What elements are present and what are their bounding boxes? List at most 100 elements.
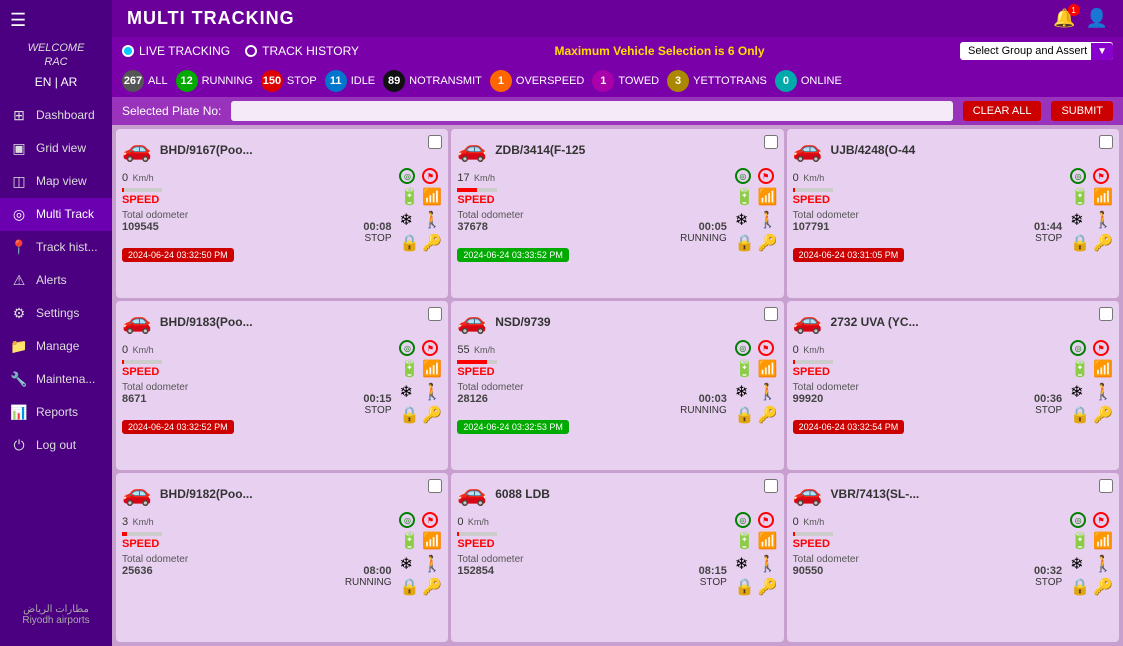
vehicle-card-5: 🚗 NSD/9739 55 Km/h SPEED Total odometer … — [451, 301, 783, 470]
stat-online[interactable]: 0 ONLINE — [775, 70, 842, 92]
page-title: MULTI TRACKING — [127, 8, 295, 29]
timestamp-1: 2024-06-24 03:32:50 PM — [122, 248, 234, 262]
vehicle-checkbox-8[interactable] — [764, 479, 778, 493]
car-name-2: ZDB/3414(F-125 — [495, 143, 585, 157]
card-left-9: 0 Km/h SPEED Total odometer 90550 00:32 … — [793, 512, 1063, 588]
status-6: STOP — [1035, 405, 1062, 416]
speed-label-2: SPEED — [457, 194, 726, 206]
stat-overspeed[interactable]: 1 OVERSPEED — [490, 70, 584, 92]
sidebar-item-multi-track[interactable]: ◎ Multi Track — [0, 198, 112, 231]
live-tracking-option[interactable]: LIVE TRACKING — [122, 44, 230, 58]
vehicle-checkbox-5[interactable] — [764, 307, 778, 321]
card-stats-1: Total odometer 109545 00:08 STOP — [122, 210, 391, 244]
vehicle-checkbox-3[interactable] — [1099, 135, 1113, 149]
stat-stop[interactable]: 150 STOP — [261, 70, 317, 92]
icon-ac-1: ❄ — [399, 210, 419, 230]
timestamp-2: 2024-06-24 03:33:52 PM — [457, 248, 569, 262]
car-name-5: NSD/9739 — [495, 315, 550, 329]
icon-flag-4: ⚑ — [422, 340, 438, 356]
icon-person-9: 🚶 — [1093, 554, 1113, 574]
duration-5: 00:03 — [699, 393, 727, 405]
sidebar-item-reports[interactable]: 📊 Reports — [0, 396, 112, 429]
card-stats-4: Total odometer 8671 00:15 STOP — [122, 382, 391, 416]
icon-battery-2: 🔋 — [735, 187, 755, 207]
user-profile[interactable]: 👤 — [1086, 8, 1108, 29]
car-name-8: 6088 LDB — [495, 487, 550, 501]
icon-lock-6: 🔒 — [1070, 405, 1090, 425]
vehicle-checkbox-6[interactable] — [1099, 307, 1113, 321]
icon-flag-7: ⚑ — [422, 512, 438, 528]
icon-key-1: 🔑 — [422, 233, 442, 253]
card-left-4: 0 Km/h SPEED Total odometer 8671 00:15 S… — [122, 340, 391, 435]
stat-badge-online: 0 — [775, 70, 797, 92]
stat-idle[interactable]: 11 IDLE — [325, 70, 375, 92]
sidebar-label-dashboard: Dashboard — [36, 108, 95, 122]
stat-label-online: ONLINE — [801, 75, 842, 87]
stat-label-all: ALL — [148, 75, 168, 87]
status-7: RUNNING — [345, 577, 392, 588]
icon-ac-3: ❄ — [1070, 210, 1090, 230]
card-left-6: 0 Km/h SPEED Total odometer 99920 00:36 … — [793, 340, 1063, 435]
stat-label-idle: IDLE — [351, 75, 375, 87]
stat-badge-running: 12 — [176, 70, 198, 92]
icon-battery-7: 🔋 — [399, 531, 419, 551]
vehicle-checkbox-2[interactable] — [764, 135, 778, 149]
sidebar-item-dashboard[interactable]: ⊞ Dashboard — [0, 99, 112, 132]
car-icon-7: 🚗 — [122, 479, 152, 508]
icon-signal-1: 📶 — [422, 187, 442, 207]
car-icon-2: 🚗 — [457, 135, 487, 164]
icon-key-3: 🔑 — [1093, 233, 1113, 253]
vehicle-checkbox-4[interactable] — [428, 307, 442, 321]
lang-ar[interactable]: AR — [61, 75, 78, 89]
icon-flag-5: ⚑ — [758, 340, 774, 356]
stat-all[interactable]: 267 ALL — [122, 70, 168, 92]
speed-label-3: SPEED — [793, 194, 1063, 206]
sidebar-logo: مطارات الرياضRiyodh airports — [10, 604, 102, 626]
stat-notransmit[interactable]: 89 NOTRANSMIT — [383, 70, 482, 92]
lang-en[interactable]: EN — [35, 75, 52, 89]
icon-lock-1: 🔒 — [399, 233, 419, 253]
logout-icon: ⏻ — [10, 437, 28, 454]
icon-signal-9: 📶 — [1093, 531, 1113, 551]
vehicle-card-9: 🚗 VBR/7413(SL-... 0 Km/h SPEED Total odo… — [787, 473, 1119, 642]
card-body-5: 55 Km/h SPEED Total odometer 28126 00:03… — [457, 340, 777, 435]
track-history-radio — [245, 45, 257, 57]
sidebar-item-alerts[interactable]: ⚠ Alerts — [0, 264, 112, 297]
speed-8: 0 Km/h — [457, 512, 726, 530]
sidebar-item-track-hist[interactable]: 📍 Track hist... — [0, 231, 112, 264]
notification-bell[interactable]: 🔔 1 — [1053, 8, 1075, 29]
icon-signal-2: 📶 — [758, 187, 778, 207]
language-switcher: EN | AR — [35, 75, 77, 89]
stat-yettotrans[interactable]: 3 YETTOTRANS — [667, 70, 767, 92]
speed-label-4: SPEED — [122, 366, 391, 378]
stat-badge-towed: 1 — [592, 70, 614, 92]
sidebar-item-map-view[interactable]: ◫ Map view — [0, 165, 112, 198]
card-stats-7: Total odometer 25636 08:00 RUNNING — [122, 554, 391, 588]
sidebar-item-logout[interactable]: ⏻ Log out — [0, 429, 112, 462]
sidebar-item-maintenance[interactable]: 🔧 Maintena... — [0, 363, 112, 396]
sidebar-item-manage[interactable]: 📁 Manage — [0, 330, 112, 363]
plate-input[interactable] — [231, 101, 952, 121]
submit-button[interactable]: SUBMIT — [1051, 101, 1113, 121]
vehicle-checkbox-9[interactable] — [1099, 479, 1113, 493]
stat-towed[interactable]: 1 TOWED — [592, 70, 659, 92]
group-select[interactable]: Select Group and Assert — [960, 42, 1113, 60]
duration-2: 00:05 — [699, 221, 727, 233]
icon-lock-9: 🔒 — [1070, 577, 1090, 597]
icon-signal-4: 📶 — [422, 359, 442, 379]
timestamp-4: 2024-06-24 03:32:52 PM — [122, 420, 234, 434]
duration-7: 08:00 — [363, 565, 391, 577]
icon-key-5: 🔑 — [758, 405, 778, 425]
sidebar-item-settings[interactable]: ⚙ Settings — [0, 297, 112, 330]
vehicle-checkbox-7[interactable] — [428, 479, 442, 493]
track-history-option[interactable]: TRACK HISTORY — [245, 44, 359, 58]
hamburger-button[interactable]: ☰ — [0, 10, 36, 41]
icon-battery-3: 🔋 — [1070, 187, 1090, 207]
sidebar-item-grid-view[interactable]: ▣ Grid view — [0, 132, 112, 165]
card-body-2: 17 Km/h SPEED Total odometer 37678 00:05… — [457, 168, 777, 263]
clear-all-button[interactable]: CLEAR ALL — [963, 101, 1042, 121]
stat-running[interactable]: 12 RUNNING — [176, 70, 253, 92]
vehicle-checkbox-1[interactable] — [428, 135, 442, 149]
speed-9: 0 Km/h — [793, 512, 1063, 530]
card-icons-1: ◎ ⚑ 🔋 📶 ❄ 🚶 🔒 🔑 — [399, 168, 442, 253]
